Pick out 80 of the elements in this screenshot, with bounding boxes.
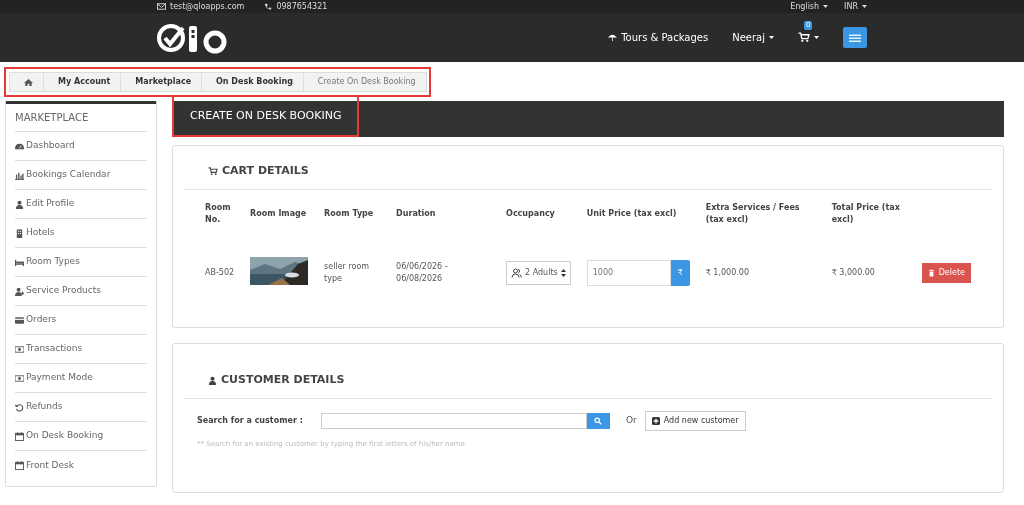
calendar-icon — [15, 431, 24, 441]
unit-price-field[interactable]: 1000 — [586, 259, 671, 286]
phone-number: 0987654321 — [276, 0, 328, 13]
column-header: Room Image — [242, 193, 317, 234]
people-icon — [511, 267, 523, 278]
delete-button[interactable]: Delete — [921, 262, 971, 283]
home-icon — [24, 77, 33, 87]
sidebar-item[interactable]: Room Types — [15, 248, 147, 277]
mail-icon — [157, 2, 166, 11]
money-icon — [15, 373, 24, 383]
page-title: CREATE ON DESK BOOKING — [172, 97, 360, 137]
table-cell: ₹ 1,000.00 — [705, 267, 749, 277]
sidebar-item[interactable]: On Desk Booking — [15, 422, 147, 451]
dashboard-icon — [15, 141, 24, 151]
sort-caret-icon — [560, 268, 566, 277]
bed-icon — [15, 257, 24, 267]
occupancy-select[interactable]: 2 Adults — [506, 260, 571, 285]
table-cell: 06/06/2026 - 06/08/2026 — [396, 261, 448, 283]
caret-icon — [769, 36, 774, 39]
caret-icon — [814, 36, 819, 39]
sidebar-item[interactable]: Service Products — [15, 277, 147, 306]
qlo-logo[interactable] — [157, 21, 229, 54]
undo-icon — [15, 402, 24, 412]
breadcrumb-link[interactable]: On Desk Booking — [201, 72, 304, 92]
sidebar-item[interactable]: Payment Mode — [15, 364, 147, 393]
phone-icon — [264, 2, 273, 11]
section-title: CART DETAILS — [222, 163, 309, 179]
breadcrumb-link[interactable]: Marketplace — [120, 72, 203, 92]
plus-icon — [651, 416, 660, 425]
bar-chart-icon — [15, 170, 24, 180]
caret-icon — [823, 5, 829, 8]
breadcrumb-link[interactable]: My Account — [43, 72, 122, 92]
table-cell: seller room type — [324, 261, 370, 283]
money-icon — [15, 344, 24, 354]
customer-search-field[interactable] — [321, 412, 587, 429]
tours-link[interactable]: Tours & Packages — [608, 30, 709, 45]
menu-button[interactable] — [843, 27, 867, 48]
menu-icon — [849, 32, 861, 43]
column-header: Duration — [388, 193, 499, 234]
sidebar-item[interactable]: Transactions — [15, 335, 147, 364]
sidebar-item[interactable]: Edit Profile — [15, 190, 147, 219]
or-text: Or — [626, 413, 637, 427]
table-cell: AB-502 — [205, 267, 235, 277]
search-button[interactable] — [587, 412, 610, 429]
user-icon — [208, 375, 217, 385]
column-header: Room Type — [316, 193, 389, 234]
cart-button[interactable] — [798, 32, 819, 43]
breadcrumb-link[interactable]: Create On Desk Booking — [302, 72, 427, 92]
trash-icon — [927, 268, 935, 277]
cart-icon — [208, 166, 218, 176]
calendar-icon — [15, 461, 24, 470]
currency-dropdown[interactable]: INR — [844, 0, 867, 13]
add-customer-button[interactable]: Add new customer — [644, 410, 746, 431]
home-link[interactable] — [9, 72, 44, 92]
section-title: CUSTOMER DETAILS — [221, 372, 345, 388]
user-dropdown[interactable]: Neeraj — [732, 30, 774, 45]
email-address: test@qloapps.com — [170, 0, 245, 13]
language-dropdown[interactable]: English — [790, 0, 829, 13]
caret-icon — [862, 5, 867, 8]
sidebar-item[interactable]: Bookings Calendar — [15, 161, 147, 190]
column-header: Extra Services / Fees (tax excl) — [697, 193, 824, 234]
table-cell: ₹ 3,000.00 — [831, 267, 875, 277]
sidebar-title: MARKETPLACE — [15, 104, 147, 132]
sidebar-item[interactable]: Front Desk — [15, 451, 147, 480]
search-icon — [594, 416, 603, 425]
building-icon — [15, 228, 24, 238]
field-label: Search for a customer : — [197, 414, 304, 427]
column-header: Unit Price (tax excl) — [578, 193, 698, 234]
column-header: Occupancy — [498, 193, 579, 234]
user-plus-icon — [15, 286, 24, 296]
credit-card-icon — [15, 315, 24, 325]
column-header: Total Price (tax excl) — [823, 193, 914, 234]
sidebar-item[interactable]: Hotels — [15, 219, 147, 248]
user-icon — [15, 199, 24, 209]
sidebar-item[interactable]: Dashboard — [15, 132, 147, 161]
umbrella-icon — [608, 33, 618, 42]
sidebar-item[interactable]: Refunds — [15, 393, 147, 422]
cart-icon — [798, 32, 810, 43]
sidebar-item[interactable]: Orders — [15, 306, 147, 335]
column-header: Room No. — [197, 193, 243, 234]
